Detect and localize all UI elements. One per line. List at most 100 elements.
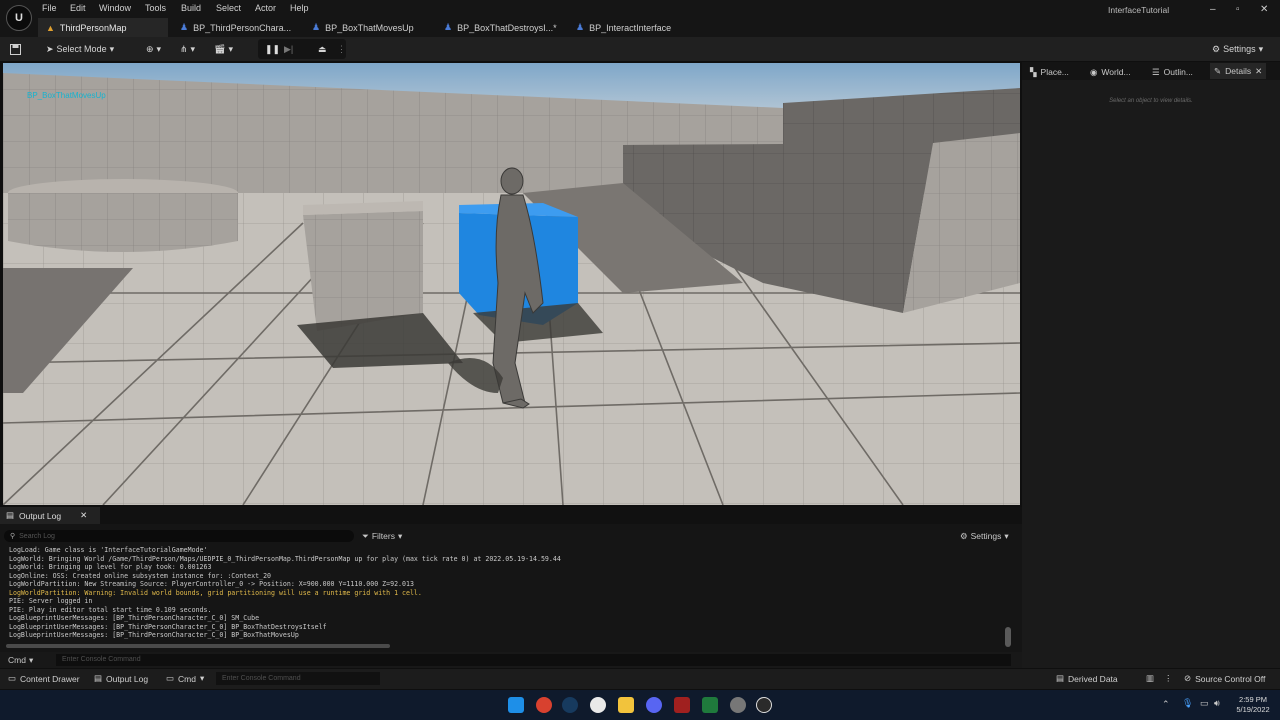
- menu-tools[interactable]: Tools: [145, 3, 166, 13]
- tab-world-settings[interactable]: ◉ World...: [1090, 65, 1131, 79]
- chevron-down-icon: ▾: [28, 655, 34, 665]
- log-line: LogWorld: Bringing up level for play too…: [9, 563, 212, 571]
- content-drawer-icon: ▭: [8, 673, 17, 683]
- tab-outliner[interactable]: ☰ Outlin...: [1152, 65, 1193, 79]
- search-icon: ⚲: [10, 533, 16, 540]
- chevron-down-icon: ▾: [228, 43, 233, 54]
- unreal-logo-icon[interactable]: U: [6, 5, 32, 31]
- select-mode-button[interactable]: ➤ Select Mode ▾: [46, 41, 114, 57]
- menu-file[interactable]: File: [42, 3, 57, 13]
- gear-icon: ⚙: [960, 531, 968, 541]
- close-icon[interactable]: ✕: [1255, 66, 1262, 77]
- obs-icon[interactable]: [590, 697, 606, 713]
- search-placeholder: Search Log: [19, 532, 55, 540]
- log-line: LogWorldPartition: New Streaming Source:…: [9, 580, 414, 588]
- log-line: LogBlueprintUserMessages: [BP_ThirdPerso…: [9, 631, 299, 639]
- tab-label: ThirdPersonMap: [59, 22, 127, 33]
- add-content-button[interactable]: ⊕ ▾: [146, 41, 161, 57]
- blueprint-icon: ♟: [444, 22, 453, 32]
- grey-cube: [303, 211, 423, 331]
- main-toolbar: ➤ Select Mode ▾ ⊕ ▾ ⋔ ▾ 🎬︎ ▾ ❚❚ ▶| ⏏ ⋮ ⚙ Se…: [0, 37, 1280, 90]
- content-drawer-label: Content Drawer: [20, 673, 80, 684]
- tab-label: BP_ThirdPersonChara...: [193, 22, 292, 33]
- steam-icon[interactable]: [562, 697, 578, 713]
- tab-third-person-map[interactable]: ▲ ThirdPersonMap: [38, 18, 168, 37]
- content-drawer-button[interactable]: ▭ Content Drawer: [8, 673, 80, 684]
- log-vertical-scrollbar[interactable]: [1005, 627, 1011, 647]
- menu-build[interactable]: Build: [181, 3, 201, 13]
- tab-bp-box-that-moves-up[interactable]: ♟ BP_BoxThatMovesUp: [304, 18, 434, 37]
- blueprint-menu-button[interactable]: ⋔ ▾: [180, 41, 195, 57]
- output-log-button[interactable]: ▤ Output Log: [94, 673, 148, 684]
- close-icon[interactable]: ✕: [80, 510, 87, 521]
- spreadsheet-icon[interactable]: [702, 697, 718, 713]
- console-command-input[interactable]: Enter Console Command: [56, 654, 1011, 666]
- maximize-icon[interactable]: ▫: [1236, 4, 1240, 15]
- menu-edit[interactable]: Edit: [70, 3, 86, 13]
- play-options-icon[interactable]: ⋮: [337, 41, 346, 57]
- source-control-icon: ⊘: [1184, 673, 1192, 683]
- level-viewport[interactable]: BP_BoxThatMovesUp: [3, 63, 1020, 505]
- discord-icon[interactable]: [646, 697, 662, 713]
- minimize-icon[interactable]: –: [1210, 4, 1216, 15]
- log-line: LogOnline: OSS: Created online subsystem…: [9, 571, 272, 580]
- clapper-icon: 🎬︎: [214, 43, 226, 54]
- right-side-panel: ▚ Place... ◉ World... ☰ Outlin... ✎ Deta…: [1022, 62, 1280, 668]
- chevron-down-icon: ▾: [190, 43, 196, 54]
- selected-actor-label: BP_BoxThatMovesUp: [27, 91, 106, 100]
- chevron-down-icon: ▾: [156, 43, 162, 54]
- cursor-icon: ➤: [46, 43, 54, 54]
- cmd-dropdown[interactable]: ▭ Cmd ▾: [166, 673, 204, 684]
- microphone-icon[interactable]: 🎙︎: [1182, 698, 1193, 709]
- chrome-icon[interactable]: [536, 697, 552, 713]
- globe-icon: ◉: [1090, 66, 1098, 77]
- chevron-down-icon: ▾: [397, 531, 403, 541]
- tab-bp-interact-interface[interactable]: ♟ BP_InteractInterface: [568, 18, 698, 37]
- menu-select[interactable]: Select: [216, 3, 241, 13]
- status-console-input[interactable]: Enter Console Command: [216, 672, 380, 685]
- source-control-button[interactable]: ⊘ Source Control Off: [1184, 673, 1265, 684]
- tab-bp-third-person-character[interactable]: ♟ BP_ThirdPersonChara...: [172, 18, 302, 37]
- chevron-up-icon[interactable]: ⌃: [1162, 699, 1170, 710]
- tab-output-log[interactable]: ▤ Output Log ✕: [0, 507, 100, 524]
- details-empty-hint: Select an object to view details.: [1109, 98, 1193, 104]
- file-explorer-icon[interactable]: [618, 697, 634, 713]
- app-icon[interactable]: [730, 697, 746, 713]
- volume-icon[interactable]: 🔊︎: [1214, 698, 1220, 709]
- tab-details[interactable]: ✎ Details ✕: [1210, 63, 1267, 79]
- menu-help[interactable]: Help: [290, 3, 309, 13]
- log-icon: ▤: [6, 510, 15, 520]
- add-actor-icon: ⊕: [146, 43, 154, 54]
- menu-window[interactable]: Window: [99, 3, 131, 13]
- log-line: LogBlueprintUserMessages: [BP_ThirdPerso…: [9, 614, 260, 622]
- settings-button[interactable]: ⚙ Settings ▾: [1212, 41, 1263, 57]
- log-line: LogWorld: Bringing World /Game/ThirdPers…: [9, 554, 561, 563]
- log-lines: LogLoad: Game class is 'InterfaceTutoria…: [9, 546, 999, 640]
- step-frame-icon[interactable]: ▶|: [284, 41, 293, 57]
- search-log-input[interactable]: ⚲ Search Log: [4, 530, 354, 542]
- close-icon[interactable]: ✕: [1260, 4, 1268, 15]
- tab-place-actors[interactable]: ▚ Place...: [1030, 65, 1069, 79]
- log-line: LogBlueprintUserMessages: [BP_ThirdPerso…: [9, 622, 327, 631]
- log-horizontal-scrollbar[interactable]: [6, 644, 390, 648]
- menu-actor[interactable]: Actor: [255, 3, 276, 13]
- cinematics-button[interactable]: 🎬︎ ▾: [214, 41, 233, 57]
- clock[interactable]: 2:59 PM 5/19/2022: [1234, 695, 1272, 715]
- more-options-icon[interactable]: ⋮: [1164, 673, 1173, 684]
- tab-label: BP_BoxThatMovesUp: [325, 22, 414, 33]
- log-settings-button[interactable]: ⚙ Settings ▾: [960, 531, 1009, 542]
- tab-bp-box-that-destroys-itself[interactable]: ♟ BP_BoxThatDestroysI...*: [436, 18, 566, 37]
- davinci-icon[interactable]: [674, 697, 690, 713]
- derived-data-button[interactable]: ▤ Derived Data: [1056, 673, 1118, 684]
- select-mode-label: Select Mode: [56, 44, 107, 54]
- filters-button[interactable]: ⏷ Filters ▾: [362, 531, 402, 542]
- windows-start-icon[interactable]: [508, 697, 524, 713]
- unreal-taskbar-icon[interactable]: [756, 697, 772, 713]
- cmd-dropdown[interactable]: Cmd ▾: [8, 655, 33, 666]
- network-icon[interactable]: ▭: [1200, 698, 1209, 709]
- pause-icon[interactable]: ❚❚: [265, 41, 280, 57]
- revision-control-icon[interactable]: ▥: [1146, 673, 1154, 684]
- level-icon: ▲: [46, 22, 55, 33]
- save-icon[interactable]: [10, 41, 21, 57]
- eject-icon[interactable]: ⏏: [318, 41, 327, 57]
